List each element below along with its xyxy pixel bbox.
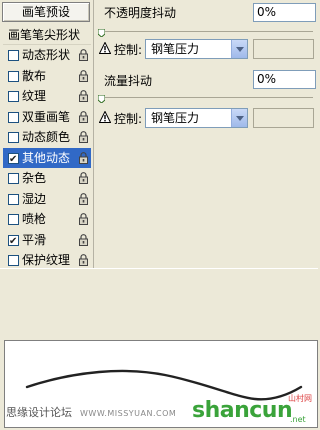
opacity-jitter-label: 不透明度抖动 xyxy=(104,6,177,20)
lock-icon[interactable] xyxy=(78,131,89,143)
other-dynamics-settings: 不透明度抖动 0% 控制: 钢笔压力 流量抖动 0% 控制: 钢笔压力 xyxy=(97,0,318,268)
watermark-net-text: .net xyxy=(290,415,306,424)
brush-presets-button[interactable]: 画笔预设 xyxy=(2,2,90,22)
lock-icon[interactable] xyxy=(78,233,89,246)
watermark-site-text: WWW.MISSYUAN.COM xyxy=(80,409,177,418)
flow-control-label: 控制: xyxy=(114,112,143,126)
brush-option-item[interactable]: 散布 xyxy=(3,66,91,87)
warning-icon xyxy=(98,110,112,123)
option-checkbox[interactable] xyxy=(8,173,19,184)
option-checkbox[interactable] xyxy=(8,91,19,102)
option-label: 平滑 xyxy=(22,232,47,247)
lock-icon[interactable] xyxy=(78,110,89,123)
option-label: 喷枪 xyxy=(22,212,47,226)
watermark-forum-text: 思缘设计论坛 xyxy=(6,406,72,419)
option-checkbox[interactable] xyxy=(8,70,19,82)
option-label: 动态形状 xyxy=(22,48,71,62)
chevron-down-icon[interactable] xyxy=(231,40,247,58)
horizontal-divider xyxy=(0,268,318,269)
chevron-down-icon[interactable] xyxy=(231,109,247,127)
opacity-control-value: 钢笔压力 xyxy=(151,42,200,56)
flow-control-value: 钢笔压力 xyxy=(151,111,200,125)
brush-option-item[interactable]: 动态形状 xyxy=(3,45,91,66)
lock-icon[interactable] xyxy=(78,172,89,184)
option-checkbox[interactable] xyxy=(8,255,19,266)
option-label: 其他动态 xyxy=(22,150,71,165)
opacity-control-dropdown[interactable]: 钢笔压力 xyxy=(145,39,248,59)
vertical-divider xyxy=(93,0,94,268)
brush-option-item[interactable]: 平滑 xyxy=(3,230,91,252)
option-label: 双重画笔 xyxy=(22,109,71,124)
option-label: 纹理 xyxy=(22,89,47,103)
watermark-small-text: 山村网 xyxy=(288,394,312,403)
flow-jitter-slider[interactable] xyxy=(97,94,313,104)
flow-control-dropdown[interactable]: 钢笔压力 xyxy=(145,108,248,128)
option-label: 湿边 xyxy=(22,191,47,206)
brush-option-item[interactable]: 喷枪 xyxy=(3,209,91,230)
lock-icon[interactable] xyxy=(78,151,89,164)
option-checkbox[interactable] xyxy=(8,50,19,61)
brush-option-item[interactable]: 其他动态 xyxy=(3,147,91,170)
option-checkbox[interactable] xyxy=(8,193,19,205)
brush-option-item[interactable]: 湿边 xyxy=(3,189,91,210)
brush-tip-shape-item[interactable]: 画笔笔尖形状 xyxy=(3,27,91,45)
opacity-control-label: 控制: xyxy=(114,43,143,57)
lock-icon[interactable] xyxy=(78,49,89,61)
brush-option-item[interactable]: 双重画笔 xyxy=(3,107,91,128)
flow-jitter-input[interactable]: 0% xyxy=(253,70,316,89)
option-label: 保护纹理 xyxy=(22,253,71,267)
watermark-logo-text: shancun xyxy=(192,398,293,423)
brush-option-item[interactable]: 动态颜色 xyxy=(3,127,91,148)
lock-icon[interactable] xyxy=(78,69,89,82)
option-checkbox[interactable] xyxy=(8,150,19,170)
lock-icon[interactable] xyxy=(78,192,89,205)
option-label: 杂色 xyxy=(22,171,47,185)
option-label: 动态颜色 xyxy=(22,130,71,144)
opacity-jitter-slider-handle[interactable] xyxy=(97,26,106,38)
opacity-jitter-input[interactable]: 0% xyxy=(253,3,316,22)
warning-icon xyxy=(98,41,112,54)
brush-option-item[interactable]: 纹理 xyxy=(3,86,91,107)
option-checkbox[interactable] xyxy=(8,232,19,252)
lock-icon[interactable] xyxy=(78,90,89,102)
opacity-jitter-slider[interactable] xyxy=(97,28,313,38)
lock-icon[interactable] xyxy=(78,254,89,266)
option-checkbox[interactable] xyxy=(8,111,19,123)
lock-icon[interactable] xyxy=(78,213,89,225)
option-label: 散布 xyxy=(22,68,47,83)
flow-jitter-slider-handle[interactable] xyxy=(97,92,106,104)
option-checkbox[interactable] xyxy=(8,132,19,143)
opacity-minimum-field xyxy=(253,39,314,59)
option-checkbox[interactable] xyxy=(8,214,19,225)
brush-options-list: 画笔笔尖形状 动态形状散布纹理双重画笔动态颜色其他动态杂色湿边喷枪平滑保护纹理 xyxy=(3,27,91,271)
brush-option-item[interactable]: 杂色 xyxy=(3,168,91,189)
flow-minimum-field xyxy=(253,108,314,128)
brush-options-list-panel: 画笔预设 画笔笔尖形状 动态形状散布纹理双重画笔动态颜色其他动态杂色湿边喷枪平滑… xyxy=(0,0,91,269)
flow-jitter-label: 流量抖动 xyxy=(104,74,153,88)
